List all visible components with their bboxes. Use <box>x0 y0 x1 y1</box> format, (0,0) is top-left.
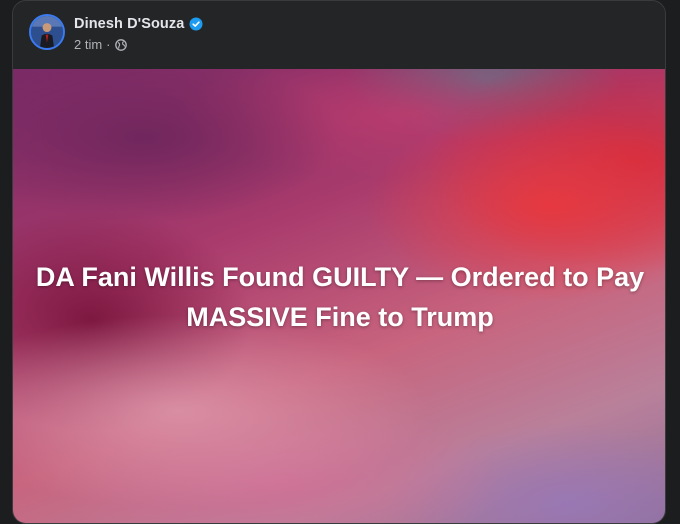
post-timestamp[interactable]: 2 tim <box>74 37 102 52</box>
meta-separator: · <box>106 37 111 52</box>
avatar-portrait-icon <box>31 16 63 48</box>
post-card: Dinesh D'Souza 2 tim · DA Fani Willis Fo… <box>12 0 666 524</box>
post-meta: 2 tim · <box>74 37 127 52</box>
post-image[interactable]: DA Fani Willis Found GUILTY — Ordered to… <box>13 69 665 523</box>
post-header: Dinesh D'Souza 2 tim · <box>13 1 665 69</box>
verified-badge-icon <box>189 17 203 31</box>
author-name[interactable]: Dinesh D'Souza <box>74 16 184 32</box>
globe-icon[interactable] <box>114 38 127 51</box>
author-row: Dinesh D'Souza <box>74 16 203 32</box>
author-avatar[interactable] <box>29 14 65 50</box>
image-headline: DA Fani Willis Found GUILTY — Ordered to… <box>35 262 645 332</box>
